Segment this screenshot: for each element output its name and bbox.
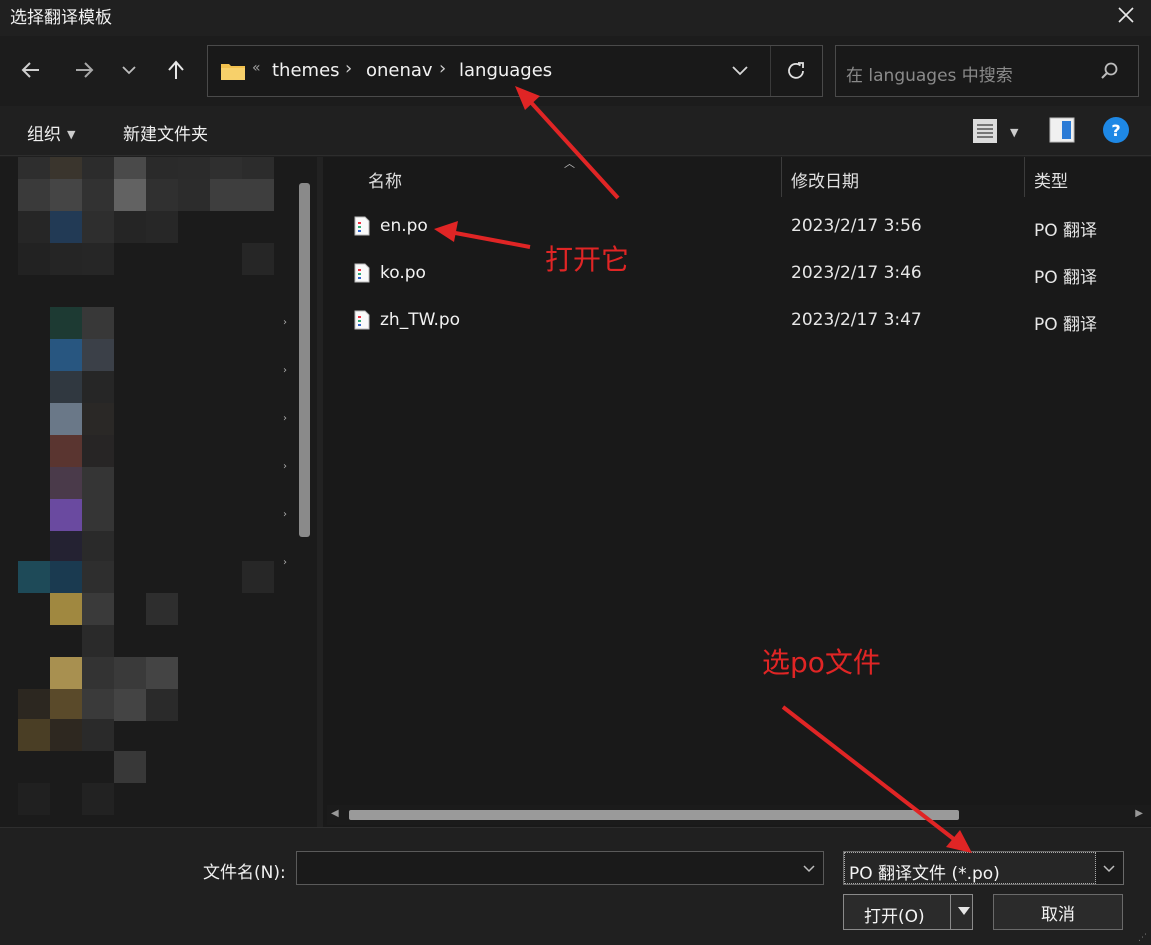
- window-title: 选择翻译模板: [10, 8, 112, 28]
- breadcrumb-separator[interactable]: ›: [439, 58, 446, 79]
- annotation-open-it: 打开它: [545, 243, 630, 276]
- chevron-down-icon[interactable]: [1101, 860, 1117, 880]
- dialog-footer: 文件名(N): PO 翻译文件 (*.po) 打开(O) 取消 ⋰: [0, 827, 1151, 945]
- chevron-down-icon[interactable]: [801, 860, 817, 880]
- expand-chevron-icon[interactable]: ›: [283, 413, 287, 424]
- sidebar-scrollbar[interactable]: [299, 183, 310, 537]
- breadcrumb-onenav[interactable]: onenav: [366, 60, 433, 81]
- new-folder-button[interactable]: 新建文件夹: [123, 120, 208, 145]
- file-type: PO 翻译: [1034, 268, 1098, 288]
- scroll-right-icon[interactable]: ▶: [1135, 808, 1143, 819]
- expand-chevron-icon[interactable]: ›: [283, 365, 287, 376]
- file-list: ︿ 名称 修改日期 类型 en.po 2023/2/17 3:56 PO 翻译 …: [323, 157, 1151, 827]
- address-bar[interactable]: « themes › onenav › languages: [207, 45, 823, 97]
- view-caret-icon[interactable]: ▼: [1010, 126, 1018, 139]
- filename-label: 文件名(N):: [203, 863, 286, 883]
- scrollbar-thumb[interactable]: [349, 810, 959, 820]
- po-file-icon: [354, 216, 370, 240]
- search-input[interactable]: 在 languages 中搜索: [846, 61, 1013, 86]
- open-button[interactable]: 打开(O): [843, 894, 973, 930]
- preview-pane-icon[interactable]: [1049, 117, 1075, 147]
- breadcrumb-languages[interactable]: languages: [459, 60, 552, 81]
- breadcrumb-separator[interactable]: ›: [345, 58, 352, 79]
- annotation-select-po: 选po文件: [762, 646, 881, 679]
- file-date: 2023/2/17 3:47: [791, 310, 922, 330]
- expand-chevron-icon[interactable]: ›: [283, 509, 287, 520]
- column-header-date[interactable]: 修改日期: [791, 167, 859, 207]
- folder-icon: [220, 61, 246, 85]
- file-row-zh-tw[interactable]: zh_TW.po 2023/2/17 3:47 PO 翻译: [323, 298, 1151, 344]
- organize-button[interactable]: 组织 ▼: [27, 120, 75, 145]
- filename-input[interactable]: [296, 851, 824, 885]
- column-header-name[interactable]: 名称: [368, 167, 402, 207]
- help-icon[interactable]: ?: [1103, 117, 1129, 143]
- file-type: PO 翻译: [1034, 315, 1098, 335]
- up-arrow-icon[interactable]: [160, 54, 192, 86]
- scroll-left-icon[interactable]: ◀: [331, 808, 339, 819]
- file-name: zh_TW.po: [380, 310, 461, 330]
- forward-arrow-icon[interactable]: [68, 54, 100, 86]
- file-row-ko[interactable]: ko.po 2023/2/17 3:46 PO 翻译: [323, 251, 1151, 297]
- column-header-type[interactable]: 类型: [1034, 167, 1068, 207]
- horizontal-scrollbar[interactable]: ◀ ▶: [327, 805, 1151, 825]
- filetype-value: PO 翻译文件 (*.po): [849, 864, 1000, 884]
- cancel-button[interactable]: 取消: [993, 894, 1123, 930]
- view-options-icon[interactable]: [972, 118, 998, 148]
- breadcrumb-themes[interactable]: themes: [272, 60, 340, 81]
- expand-chevron-icon[interactable]: ›: [283, 461, 287, 472]
- search-icon[interactable]: [1100, 61, 1120, 85]
- expand-chevron-icon[interactable]: ›: [283, 557, 287, 568]
- file-name: en.po: [380, 216, 428, 236]
- resize-grip-icon[interactable]: ⋰: [1138, 933, 1147, 943]
- filetype-select[interactable]: PO 翻译文件 (*.po): [843, 851, 1124, 885]
- close-icon[interactable]: [1113, 2, 1139, 28]
- expand-chevron-icon[interactable]: ›: [283, 317, 287, 328]
- title-bar: 选择翻译模板: [0, 0, 1151, 36]
- address-dropdown-icon[interactable]: [730, 60, 750, 84]
- navigation-bar: « themes › onenav › languages 在 language…: [0, 36, 1151, 106]
- navigation-pane[interactable]: › › › › › ›: [0, 157, 317, 827]
- command-toolbar: 组织 ▼ 新建文件夹 ▼ ?: [0, 106, 1151, 156]
- search-box[interactable]: 在 languages 中搜索: [835, 45, 1139, 97]
- po-file-icon: [354, 263, 370, 287]
- file-name: ko.po: [380, 263, 426, 283]
- sort-ascending-icon: ︿: [564, 157, 575, 170]
- file-date: 2023/2/17 3:46: [791, 263, 922, 283]
- file-date: 2023/2/17 3:56: [791, 216, 922, 236]
- po-file-icon: [354, 310, 370, 334]
- open-dropdown-icon[interactable]: [956, 903, 972, 923]
- caret-down-icon: ▼: [67, 128, 76, 141]
- file-row-en[interactable]: en.po 2023/2/17 3:56 PO 翻译: [323, 204, 1151, 250]
- back-arrow-icon[interactable]: [15, 54, 47, 86]
- address-overflow[interactable]: «: [252, 60, 261, 76]
- chevron-down-icon[interactable]: [113, 54, 145, 86]
- refresh-icon[interactable]: [784, 59, 808, 87]
- file-type: PO 翻译: [1034, 221, 1098, 241]
